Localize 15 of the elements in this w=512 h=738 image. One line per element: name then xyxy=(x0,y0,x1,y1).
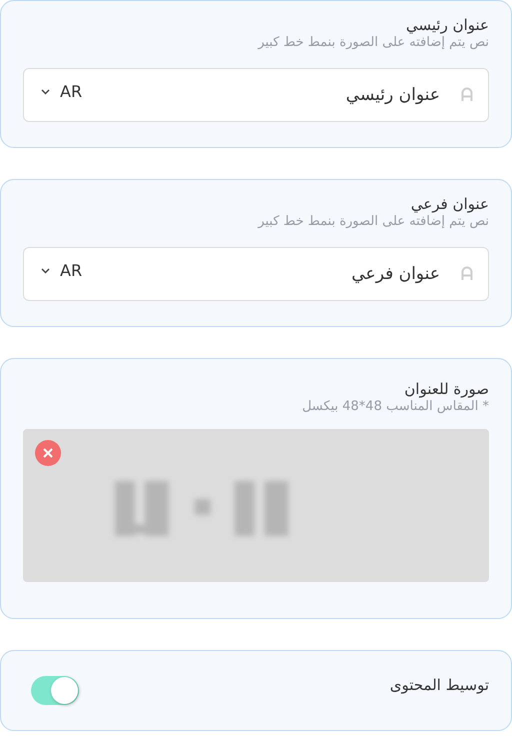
section-title: توسيط المحتوى xyxy=(390,674,489,694)
chevron-down-icon xyxy=(41,89,50,95)
letter-a-icon xyxy=(461,87,473,101)
section-title: عنوان فرعي xyxy=(410,194,489,214)
section-title: صورة للعنوان xyxy=(403,379,489,399)
hint-text: نص يتم إضافته على الصورة بنمط خط كبير xyxy=(256,214,489,230)
chevron-down-icon xyxy=(41,268,50,274)
toggle-switch[interactable] xyxy=(31,676,79,705)
language-dropdown[interactable]: AR xyxy=(41,80,82,104)
hint-text: نص يتم إضافته على الصورة بنمط خط كبير xyxy=(256,35,489,51)
section-title: عنوان رئيسي xyxy=(404,15,489,35)
hint-text: * المقاس المناسب 48*48 بيكسل xyxy=(301,399,489,415)
close-icon xyxy=(43,448,53,458)
language-dropdown[interactable]: AR xyxy=(41,259,82,283)
letter-a-icon xyxy=(461,266,473,280)
